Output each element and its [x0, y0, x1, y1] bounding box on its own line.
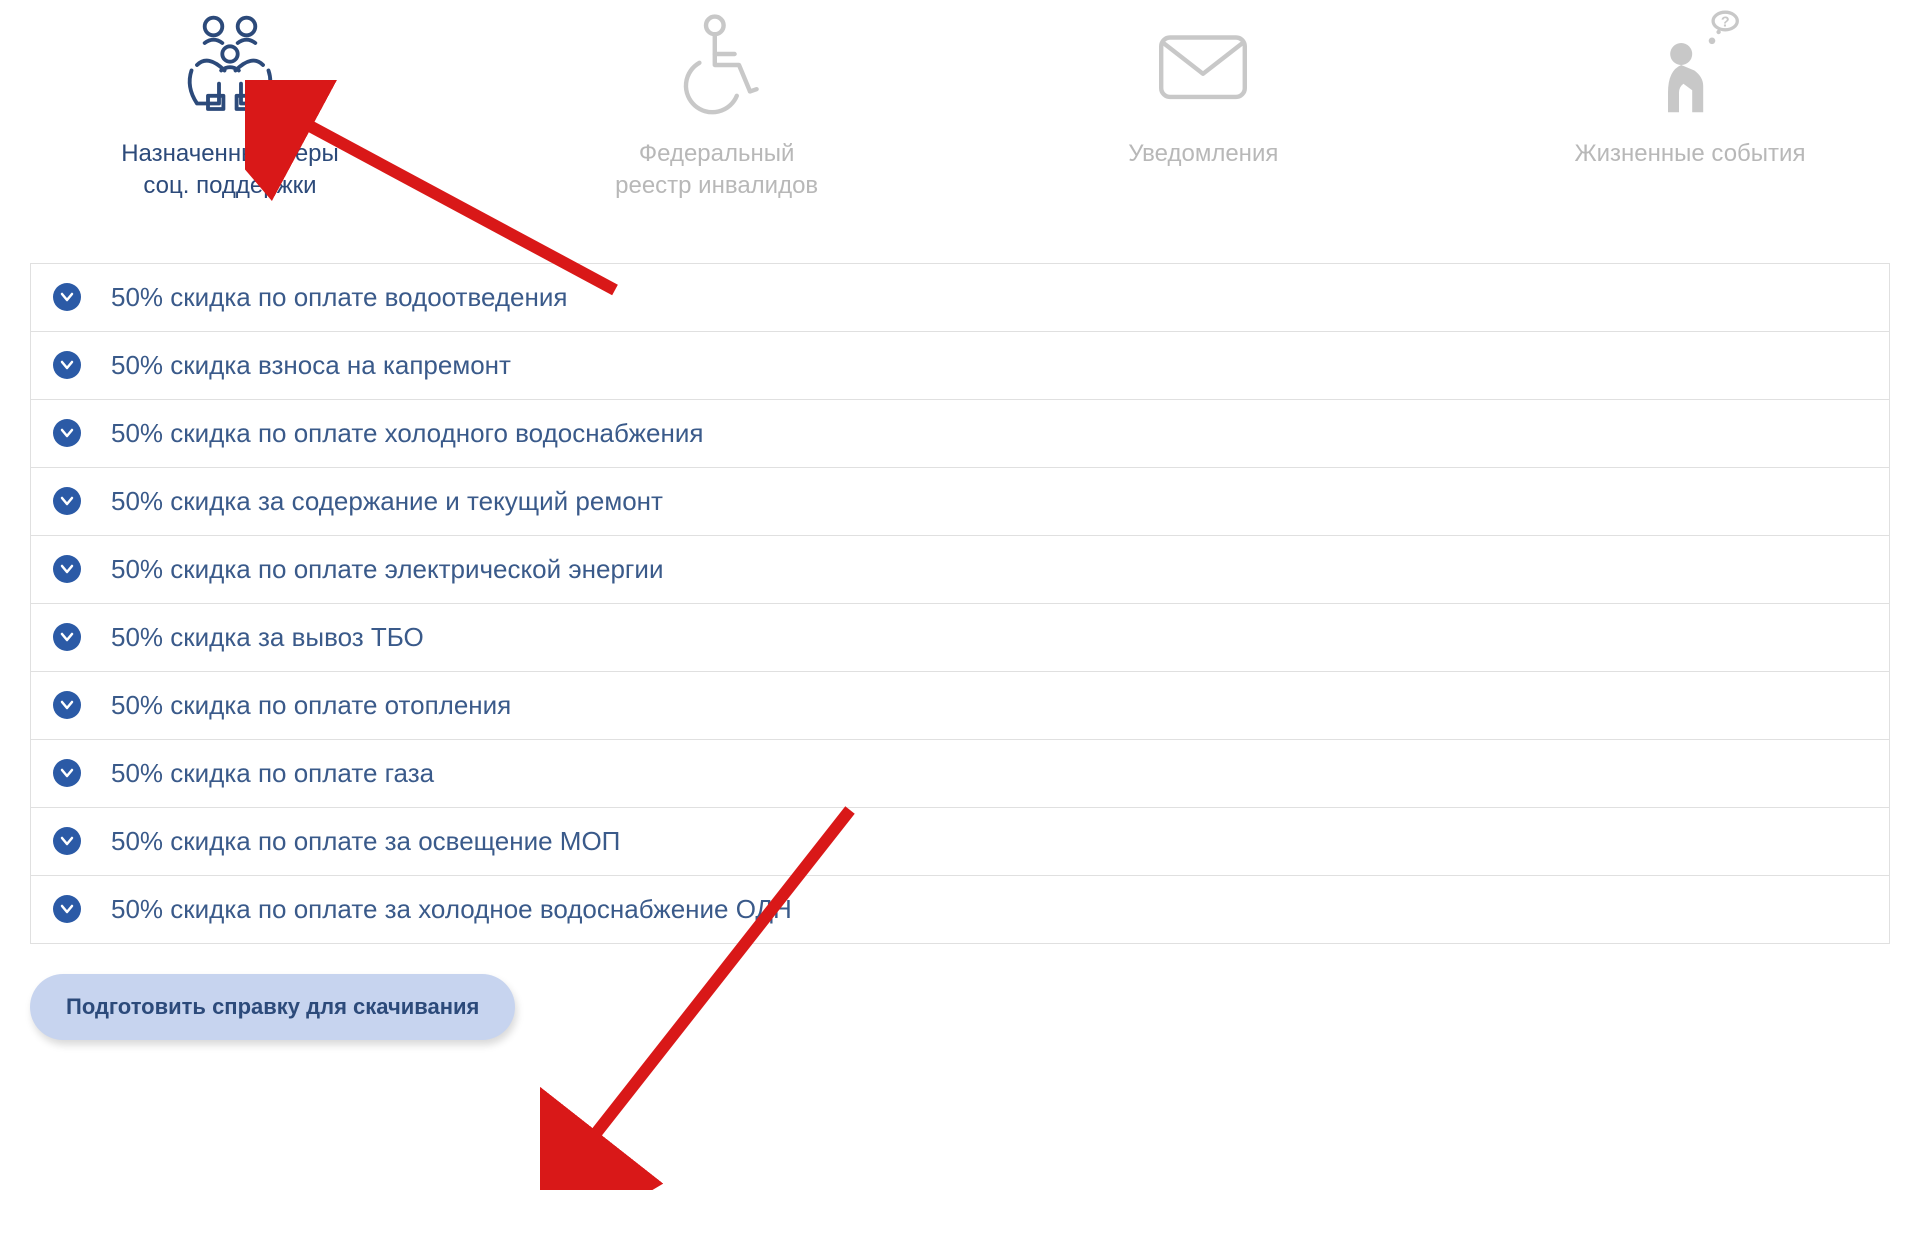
list-item[interactable]: 50% скидка по оплате за освещение МОП: [30, 808, 1890, 876]
chevron-down-icon: [53, 419, 81, 447]
list-item[interactable]: 50% скидка по оплате электрической энерг…: [30, 536, 1890, 604]
chevron-down-icon: [53, 623, 81, 651]
tabs-row: Назначенные меры соц. поддержки Федераль…: [30, 10, 1890, 233]
item-label: 50% скидка по оплате за холодное водосна…: [111, 894, 792, 925]
chevron-down-icon: [53, 759, 81, 787]
item-label: 50% скидка по оплате водоотведения: [111, 282, 567, 313]
list-item[interactable]: 50% скидка по оплате холодного водоснабж…: [30, 400, 1890, 468]
benefits-list: 50% скидка по оплате водоотведения 50% с…: [30, 263, 1890, 944]
item-label: 50% скидка по оплате электрической энерг…: [111, 554, 663, 585]
list-item[interactable]: 50% скидка по оплате водоотведения: [30, 264, 1890, 332]
item-label: 50% скидка за вывоз ТБО: [111, 622, 424, 653]
prepare-download-button[interactable]: Подготовить справку для скачивания: [30, 974, 515, 1040]
chevron-down-icon: [53, 827, 81, 855]
item-label: 50% скидка по оплате за освещение МОП: [111, 826, 620, 857]
list-item[interactable]: 50% скидка по оплате отопления: [30, 672, 1890, 740]
tab-social-support[interactable]: Назначенные меры соц. поддержки: [70, 10, 390, 203]
list-item[interactable]: 50% скидка по оплате за холодное водосна…: [30, 876, 1890, 944]
chevron-down-icon: [53, 555, 81, 583]
list-item[interactable]: 50% скидка по оплате газа: [30, 740, 1890, 808]
item-label: 50% скидка по оплате отопления: [111, 690, 511, 721]
tab-disabled-registry[interactable]: Федеральный реестр инвалидов: [557, 10, 877, 203]
chevron-down-icon: [53, 895, 81, 923]
tab-label: Жизненные события: [1574, 138, 1805, 170]
tab-notifications[interactable]: Уведомления: [1043, 10, 1363, 170]
family-support-icon: [175, 10, 285, 120]
item-label: 50% скидка за содержание и текущий ремон…: [111, 486, 663, 517]
chevron-down-icon: [53, 351, 81, 379]
tab-label: Назначенные меры соц. поддержки: [121, 138, 339, 203]
item-label: 50% скидка по оплате холодного водоснабж…: [111, 418, 703, 449]
list-item[interactable]: 50% скидка за вывоз ТБО: [30, 604, 1890, 672]
svg-text:?: ?: [1721, 15, 1730, 31]
tab-label: Уведомления: [1128, 138, 1278, 170]
envelope-icon: [1148, 10, 1258, 120]
item-label: 50% скидка по оплате газа: [111, 758, 434, 789]
item-label: 50% скидка взноса на капремонт: [111, 350, 511, 381]
list-item[interactable]: 50% скидка за содержание и текущий ремон…: [30, 468, 1890, 536]
chevron-down-icon: [53, 691, 81, 719]
tab-life-events[interactable]: ? Жизненные события: [1530, 10, 1850, 170]
chevron-down-icon: [53, 487, 81, 515]
list-item[interactable]: 50% скидка взноса на капремонт: [30, 332, 1890, 400]
chevron-down-icon: [53, 283, 81, 311]
thinking-person-icon: ?: [1635, 10, 1745, 120]
wheelchair-icon: [662, 10, 772, 120]
tab-label: Федеральный реестр инвалидов: [615, 138, 818, 203]
